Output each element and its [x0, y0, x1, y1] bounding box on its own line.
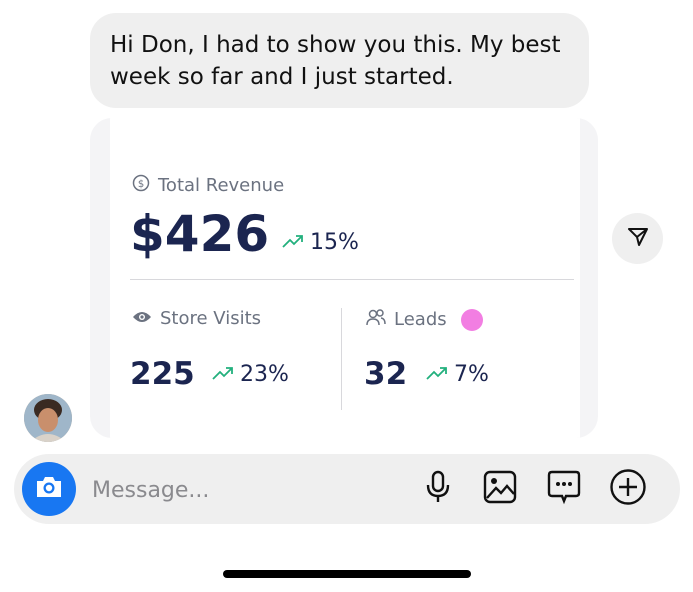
chat-dots-icon: [546, 469, 582, 509]
leads-value: 32: [364, 356, 408, 392]
trend-up-icon: [426, 362, 448, 387]
more-button[interactable]: [609, 468, 647, 510]
total-revenue-label: $ Total Revenue: [132, 174, 284, 197]
total-revenue-change: 15%: [282, 230, 359, 255]
share-button[interactable]: [612, 213, 663, 264]
gallery-button[interactable]: [481, 470, 519, 508]
avatar-image: [24, 394, 72, 442]
message-input[interactable]: [90, 474, 394, 506]
avatar[interactable]: [24, 394, 72, 442]
sticker-button[interactable]: [545, 470, 583, 508]
users-icon: [366, 308, 386, 331]
store-visits-change-text: 23%: [240, 362, 289, 387]
store-visits-value: 225: [130, 356, 195, 392]
total-revenue-label-text: Total Revenue: [158, 175, 285, 196]
total-revenue-change-text: 15%: [310, 230, 359, 255]
dollar-circle-icon: $: [132, 174, 150, 197]
svg-text:$: $: [138, 179, 144, 190]
home-indicator[interactable]: [223, 570, 471, 578]
leads-status-dot: [460, 308, 483, 331]
camera-button[interactable]: [22, 462, 76, 516]
total-revenue-value: $426: [130, 205, 270, 263]
trend-up-icon: [282, 230, 304, 255]
leads-label-text: Leads: [394, 309, 447, 330]
store-visits-label-text: Store Visits: [160, 308, 262, 329]
send-icon: [627, 226, 649, 252]
shared-stats-card[interactable]: $ Total Revenue $426 15% Store Visits 22…: [90, 118, 598, 438]
eye-icon: [132, 308, 152, 329]
trend-up-icon: [212, 362, 234, 387]
leads-label: Leads: [366, 308, 483, 331]
divider: [130, 279, 574, 280]
stats-card: $ Total Revenue $426 15% Store Visits 22…: [110, 118, 580, 438]
message-text: Hi Don, I had to show you this. My best …: [110, 32, 561, 90]
store-visits-change: 23%: [212, 362, 289, 387]
leads-change: 7%: [426, 362, 489, 387]
store-visits-label: Store Visits: [132, 308, 261, 329]
leads-change-text: 7%: [454, 362, 489, 387]
message-composer: [14, 454, 680, 524]
message-bubble[interactable]: Hi Don, I had to show you this. My best …: [90, 13, 589, 108]
vertical-divider: [341, 308, 342, 410]
camera-icon: [34, 474, 64, 504]
image-icon: [483, 470, 517, 508]
microphone-button[interactable]: [419, 470, 457, 508]
microphone-icon: [424, 470, 452, 508]
plus-circle-icon: [609, 468, 647, 510]
